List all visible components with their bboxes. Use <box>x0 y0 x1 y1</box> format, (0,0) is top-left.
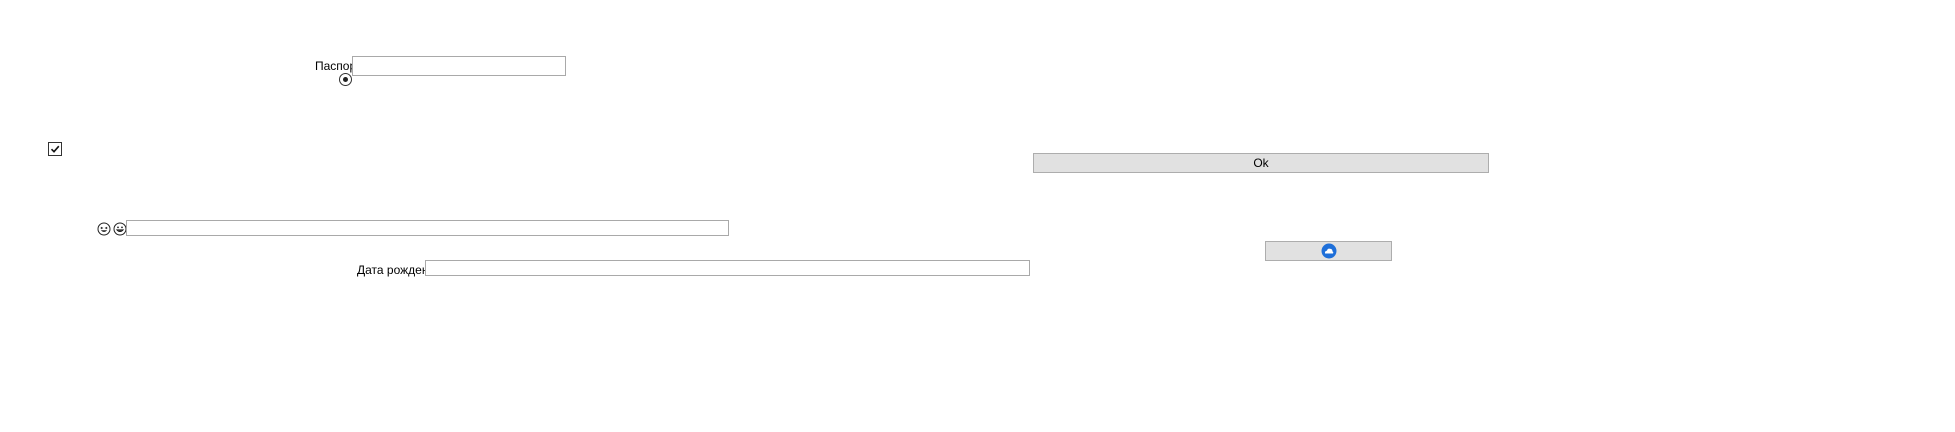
birth-date-input[interactable] <box>425 260 1030 276</box>
passport-input[interactable] <box>352 56 566 76</box>
icon-button[interactable] <box>1265 241 1392 261</box>
emoji-text-input[interactable] <box>126 220 729 236</box>
checkmark-icon <box>50 145 60 153</box>
checkbox[interactable] <box>48 142 62 156</box>
radio-button[interactable] <box>339 73 352 86</box>
grinning-face-icon <box>113 222 127 236</box>
radio-selected-dot <box>343 77 348 82</box>
ok-button-label: Ok <box>1253 156 1269 170</box>
ok-button[interactable]: Ok <box>1033 153 1489 173</box>
cloud-badge-icon <box>1321 243 1336 259</box>
laughing-face-icon <box>97 222 111 236</box>
